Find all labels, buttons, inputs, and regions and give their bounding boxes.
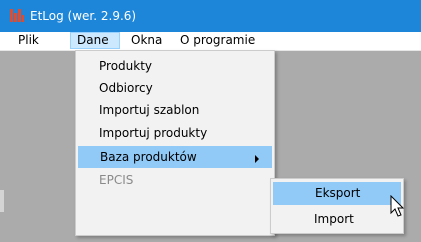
menu-item-epcis: EPCIS	[99, 173, 134, 187]
mdi-child-edge	[0, 190, 4, 212]
menu-item-baza-produktow[interactable]: Baza produktów	[78, 146, 272, 168]
menu-item-baza-produktow-label: Baza produktów	[100, 150, 197, 164]
mouse-pointer-icon	[390, 195, 405, 217]
menu-item-importuj-szablon[interactable]: Importuj szablon	[78, 99, 272, 121]
menu-item-odbiorcy[interactable]: Odbiorcy	[78, 77, 272, 99]
submenu-arrow-icon	[255, 155, 259, 163]
menu-dane[interactable]: Dane	[70, 32, 120, 49]
menu-plik[interactable]: Plik	[12, 32, 45, 49]
title-bar[interactable]: EtLog (wer. 2.9.6)	[0, 0, 421, 32]
menu-item-importuj-produkty[interactable]: Importuj produkty	[78, 122, 272, 144]
menu-item-produkty[interactable]: Produkty	[78, 55, 272, 77]
app-icon	[10, 9, 24, 22]
submenu-item-eksport[interactable]: Eksport	[273, 182, 401, 205]
menu-bar: Plik Dane Okna O programie	[0, 32, 421, 51]
submenu-item-import[interactable]: Import	[273, 208, 401, 231]
menu-okna[interactable]: Okna	[125, 32, 168, 49]
baza-produktow-submenu: Eksport Import	[270, 178, 404, 234]
window-title: EtLog (wer. 2.9.6)	[30, 9, 137, 23]
dane-dropdown: Produkty Odbiorcy Importuj szablon Impor…	[75, 50, 275, 236]
menu-o-programie[interactable]: O programie	[174, 32, 261, 49]
